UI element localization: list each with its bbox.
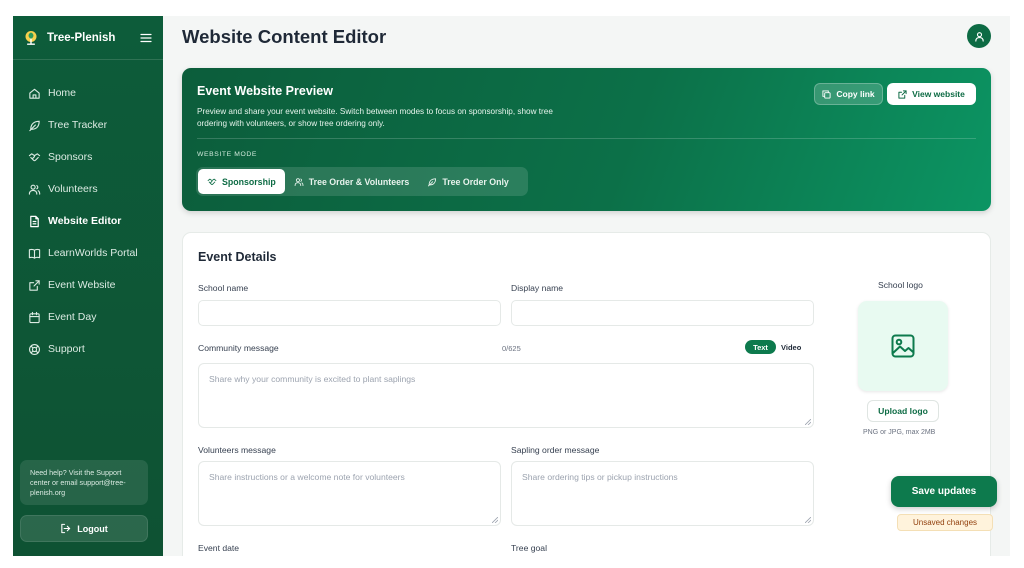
sidebar-item-label: LearnWorlds Portal <box>48 247 138 259</box>
hamburger-menu-icon[interactable] <box>139 31 153 45</box>
sidebar-item-label: Tree Tracker <box>48 119 108 131</box>
brand-header: Tree-Plenish <box>13 16 163 60</box>
sidebar-item-tree-tracker[interactable]: Tree Tracker <box>13 109 163 141</box>
preview-divider <box>197 138 976 139</box>
handshake-icon <box>28 152 41 161</box>
resize-handle-icon[interactable] <box>805 419 811 425</box>
website-mode-label: WEBSITE MODE <box>197 151 258 158</box>
page-title: Website Content Editor <box>182 26 387 47</box>
sapling-order-message-label: Sapling order message <box>511 445 600 455</box>
external-link-icon <box>29 279 40 291</box>
display-name-input[interactable] <box>511 300 814 326</box>
sidebar-item-event-day[interactable]: Event Day <box>13 301 163 333</box>
website-preview-panel: Event Website Preview Preview and share … <box>182 68 991 211</box>
event-details-card: Event Details School name Display name C… <box>182 232 991 556</box>
display-name-label: Display name <box>511 283 564 293</box>
tab-label: Tree Order & Volunteers <box>308 176 410 187</box>
lifebuoy-icon <box>29 343 40 355</box>
tab-tree-order-volunteers[interactable]: Tree Order & Volunteers <box>285 169 419 194</box>
sidebar-item-label: Support <box>48 343 85 355</box>
sidebar: Tree-Plenish Home Tree Tracker Sponsors … <box>13 16 163 556</box>
sidebar-item-label: Event Day <box>48 311 97 323</box>
copy-icon <box>822 89 831 99</box>
help-box: Need help? Visit the Support center or e… <box>20 460 148 505</box>
sidebar-item-learnworlds-portal[interactable]: LearnWorlds Portal <box>13 237 163 269</box>
tab-label: Tree Order Only <box>442 176 509 187</box>
calendar-icon <box>29 311 40 323</box>
sidebar-item-label: Website Editor <box>48 215 122 227</box>
user-icon <box>974 31 984 42</box>
main-content: Website Content Editor Event Website Pre… <box>163 16 1010 556</box>
leaf-icon <box>428 177 437 186</box>
preview-title: Event Website Preview <box>197 84 333 98</box>
preview-description: Preview and share your event website. Sw… <box>197 107 553 128</box>
community-message-placeholder: Share why your community is excited to p… <box>209 374 416 384</box>
resize-handle-icon[interactable] <box>492 517 498 523</box>
sidebar-item-label: Sponsors <box>48 151 93 163</box>
school-logo-preview[interactable] <box>858 301 948 391</box>
sidebar-nav: Home Tree Tracker Sponsors Volunteers We… <box>13 60 163 365</box>
sidebar-item-label: Event Website <box>48 279 116 291</box>
copy-link-button[interactable]: Copy link <box>814 83 883 105</box>
website-mode-tabs: Sponsorship Tree Order & Volunteers Tree… <box>196 167 528 196</box>
sidebar-item-sponsors[interactable]: Sponsors <box>13 141 163 173</box>
tab-label: Sponsorship <box>222 176 276 187</box>
image-placeholder-icon <box>891 334 915 358</box>
view-website-button[interactable]: View website <box>887 83 976 105</box>
logout-icon <box>61 523 71 534</box>
home-icon <box>29 88 40 99</box>
copy-link-label: Copy link <box>836 89 875 99</box>
school-name-label: School name <box>198 283 249 293</box>
sapling-order-message-textarea[interactable]: Share ordering tips or pickup instructio… <box>511 461 814 526</box>
sidebar-item-website-editor[interactable]: Website Editor <box>13 205 163 237</box>
sidebar-item-volunteers[interactable]: Volunteers <box>13 173 163 205</box>
book-icon <box>28 248 41 259</box>
view-website-label: View website <box>912 89 965 99</box>
resize-handle-icon[interactable] <box>805 517 811 523</box>
school-name-input[interactable] <box>198 300 501 326</box>
document-icon <box>30 215 39 227</box>
avatar[interactable] <box>967 24 991 48</box>
logout-button[interactable]: Logout <box>20 515 148 542</box>
app-name: Tree-Plenish <box>47 31 116 44</box>
sidebar-item-home[interactable]: Home <box>13 77 163 109</box>
leaf-icon <box>29 120 40 131</box>
volunteers-message-textarea[interactable]: Share instructions or a welcome note for… <box>198 461 501 526</box>
volunteers-message-placeholder: Share instructions or a welcome note for… <box>209 472 405 482</box>
sidebar-item-event-website[interactable]: Event Website <box>13 269 163 301</box>
save-updates-button[interactable]: Save updates <box>891 476 997 507</box>
sidebar-item-support[interactable]: Support <box>13 333 163 365</box>
tree-goal-label: Tree goal <box>511 543 547 553</box>
handshake-icon <box>207 178 217 185</box>
logout-label: Logout <box>77 523 108 534</box>
upload-logo-button[interactable]: Upload logo <box>867 400 939 422</box>
sidebar-item-label: Volunteers <box>48 183 98 195</box>
tree-logo-icon <box>25 30 37 45</box>
text-toggle-button[interactable]: Text <box>745 340 776 354</box>
tab-sponsorship[interactable]: Sponsorship <box>198 169 285 194</box>
event-details-title: Event Details <box>198 250 277 264</box>
character-counter: 0/625 <box>502 344 521 353</box>
school-logo-label: School logo <box>878 280 923 290</box>
external-link-icon <box>898 89 907 99</box>
event-date-label: Event date <box>198 543 240 553</box>
community-message-label: Community message <box>198 343 279 353</box>
sidebar-item-label: Home <box>48 87 77 99</box>
app-window: Tree-Plenish Home Tree Tracker Sponsors … <box>13 16 1010 556</box>
volunteers-message-label: Volunteers message <box>198 445 276 455</box>
unsaved-changes-badge: Unsaved changes <box>897 514 993 531</box>
users-icon <box>28 184 41 195</box>
community-message-textarea[interactable]: Share why your community is excited to p… <box>198 363 814 428</box>
tab-tree-order-only[interactable]: Tree Order Only <box>418 169 518 194</box>
users-icon <box>294 177 304 186</box>
sapling-order-placeholder: Share ordering tips or pickup instructio… <box>522 472 678 482</box>
upload-logo-hint: PNG or JPG, max 2MB <box>863 429 936 436</box>
video-toggle-button[interactable]: Video <box>781 340 801 354</box>
